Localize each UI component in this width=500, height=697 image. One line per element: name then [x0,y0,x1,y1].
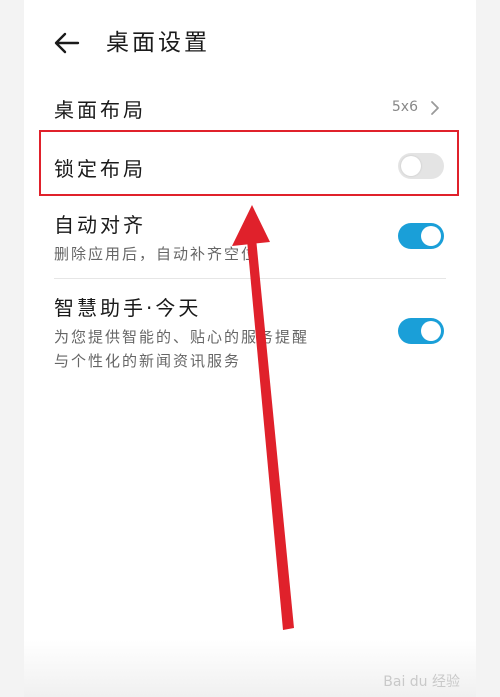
red-arrow-annotation [232,205,294,630]
watermark: Bai du 经验 [383,674,460,690]
